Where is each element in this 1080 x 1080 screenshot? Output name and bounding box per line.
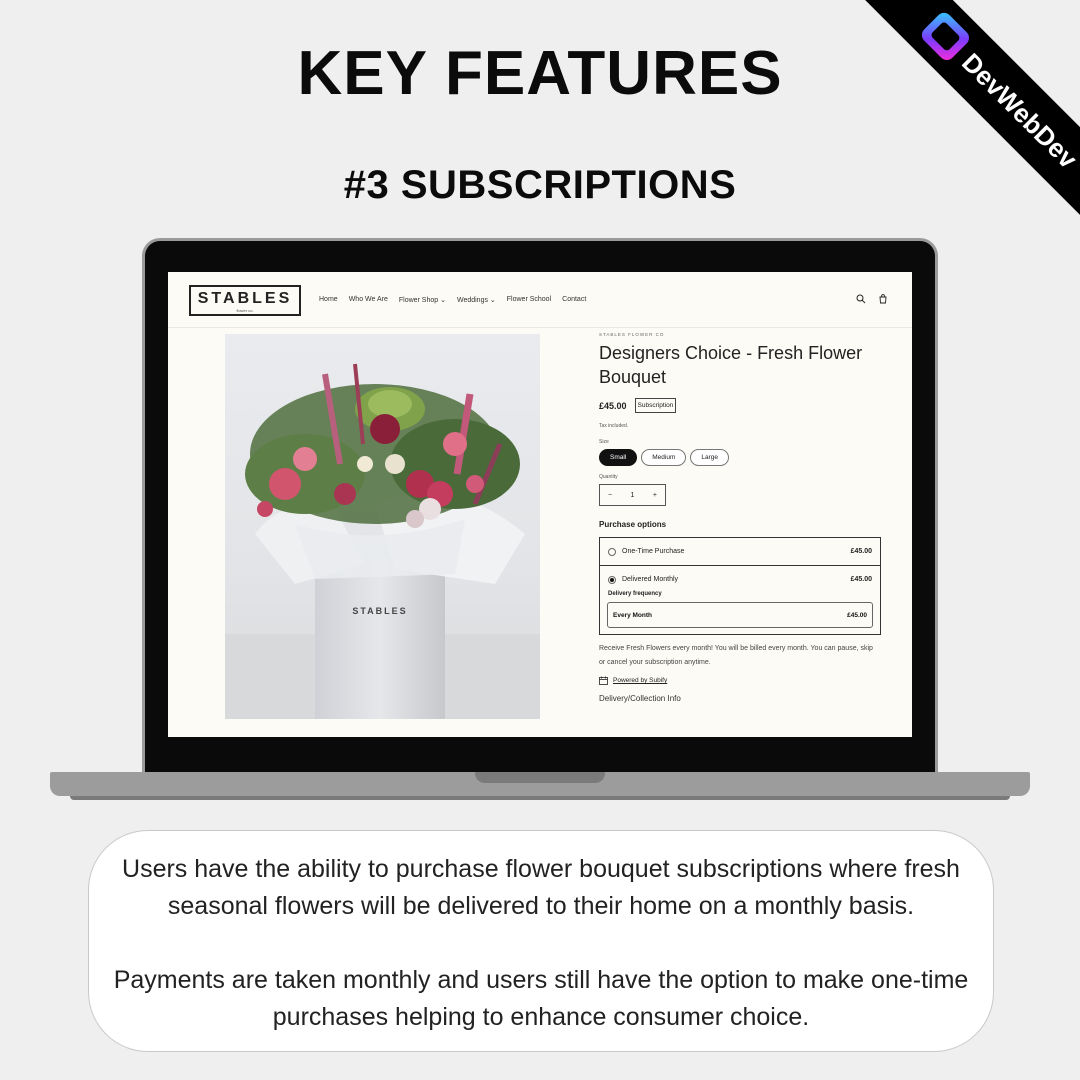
laptop-base-shadow bbox=[70, 796, 1010, 800]
subscription-badge: Subscription bbox=[634, 398, 677, 413]
price-row: £45.00 Subscription bbox=[599, 398, 889, 413]
site-nav: Home Who We Are Flower Shop ⌄ Weddings ⌄… bbox=[319, 296, 586, 304]
ribbon-brand-text: DevWebDev bbox=[956, 46, 1080, 174]
option-price: £45.00 bbox=[850, 576, 872, 583]
bouquet-illustration: STABLES bbox=[225, 363, 540, 719]
purchase-options: One-Time Purchase £45.00 Delivered Month… bbox=[599, 537, 881, 635]
size-option-large[interactable]: Large bbox=[690, 449, 730, 466]
frequency-price: £45.00 bbox=[847, 611, 867, 619]
radio-selected-icon[interactable] bbox=[608, 575, 616, 584]
powered-by-link[interactable]: Powered by Subify bbox=[613, 677, 667, 684]
nav-item-contact[interactable]: Contact bbox=[562, 296, 586, 304]
header-icons bbox=[856, 294, 888, 304]
nav-item-flower-school[interactable]: Flower School bbox=[507, 296, 551, 304]
quantity-value[interactable]: 1 bbox=[631, 492, 635, 499]
delivery-frequency-select[interactable]: Every Month £45.00 bbox=[607, 602, 873, 628]
tax-note: Tax included. bbox=[599, 423, 629, 429]
quantity-label: Quantity bbox=[599, 474, 618, 480]
option-label: One-Time Purchase bbox=[622, 548, 685, 555]
product-vendor: STABLES FLOWER CO bbox=[599, 332, 665, 337]
powered-by: Powered by Subify bbox=[599, 676, 889, 685]
size-option-medium[interactable]: Medium bbox=[641, 449, 687, 466]
nav-item-flower-shop[interactable]: Flower Shop ⌄ bbox=[399, 296, 446, 304]
size-label: Size bbox=[599, 439, 609, 445]
quantity-stepper: − 1 + bbox=[599, 484, 666, 506]
devwebdev-logo-icon bbox=[918, 9, 973, 64]
site-logo[interactable]: STABLES flower co. bbox=[189, 285, 301, 316]
option-delivered-monthly[interactable]: Delivered Monthly £45.00 bbox=[600, 566, 880, 593]
product-image[interactable]: STABLES bbox=[225, 334, 540, 719]
cart-icon[interactable] bbox=[878, 294, 888, 304]
corner-ribbon: DevWebDev bbox=[820, 0, 1080, 220]
radio-icon[interactable] bbox=[608, 547, 616, 556]
product-price: £45.00 bbox=[599, 400, 627, 411]
feature-paragraph-1: Users have the ability to purchase flowe… bbox=[122, 855, 960, 920]
delivery-frequency-label: Delivery frequency bbox=[608, 591, 662, 597]
size-option-small[interactable]: Small bbox=[599, 449, 638, 466]
option-price: £45.00 bbox=[850, 548, 872, 555]
nav-item-home[interactable]: Home bbox=[319, 296, 338, 304]
product-title: Designers Choice - Fresh Flower Bouquet bbox=[599, 343, 863, 387]
nav-item-who-we-are[interactable]: Who We Are bbox=[349, 296, 388, 304]
delivery-info-link[interactable]: Delivery/Collection Info bbox=[599, 694, 889, 703]
logo-name: STABLES bbox=[197, 290, 293, 307]
option-one-time[interactable]: One-Time Purchase £45.00 bbox=[600, 538, 880, 565]
box-label: STABLES bbox=[352, 606, 407, 616]
nav-item-weddings[interactable]: Weddings ⌄ bbox=[457, 296, 496, 304]
option-monthly-block: Delivered Monthly £45.00 Delivery freque… bbox=[600, 565, 880, 628]
purchase-options-title: Purchase options bbox=[599, 520, 667, 529]
quantity-decrease-button[interactable]: − bbox=[608, 492, 612, 499]
calendar-icon bbox=[599, 676, 608, 685]
feature-paragraph-2: Payments are taken monthly and users sti… bbox=[113, 966, 969, 1031]
logo-tagline: flower co. bbox=[236, 308, 254, 313]
site-header: STABLES flower co. Home Who We Are Flowe… bbox=[168, 272, 912, 328]
search-icon[interactable] bbox=[856, 294, 866, 304]
size-selector: Small Medium Large bbox=[599, 449, 889, 466]
subscription-description: Receive Fresh Flowers every month! You w… bbox=[599, 645, 873, 666]
product-details: STABLES FLOWER CO Designers Choice - Fre… bbox=[599, 332, 889, 703]
quantity-increase-button[interactable]: + bbox=[653, 492, 657, 499]
frequency-value: Every Month bbox=[613, 611, 653, 619]
website-screenshot: STABLES flower co. Home Who We Are Flowe… bbox=[168, 272, 912, 737]
option-label: Delivered Monthly bbox=[622, 576, 679, 583]
brand-ribbon: DevWebDev bbox=[831, 0, 1080, 220]
laptop-notch bbox=[475, 772, 605, 783]
feature-description-card: Users have the ability to purchase flowe… bbox=[88, 830, 994, 1052]
